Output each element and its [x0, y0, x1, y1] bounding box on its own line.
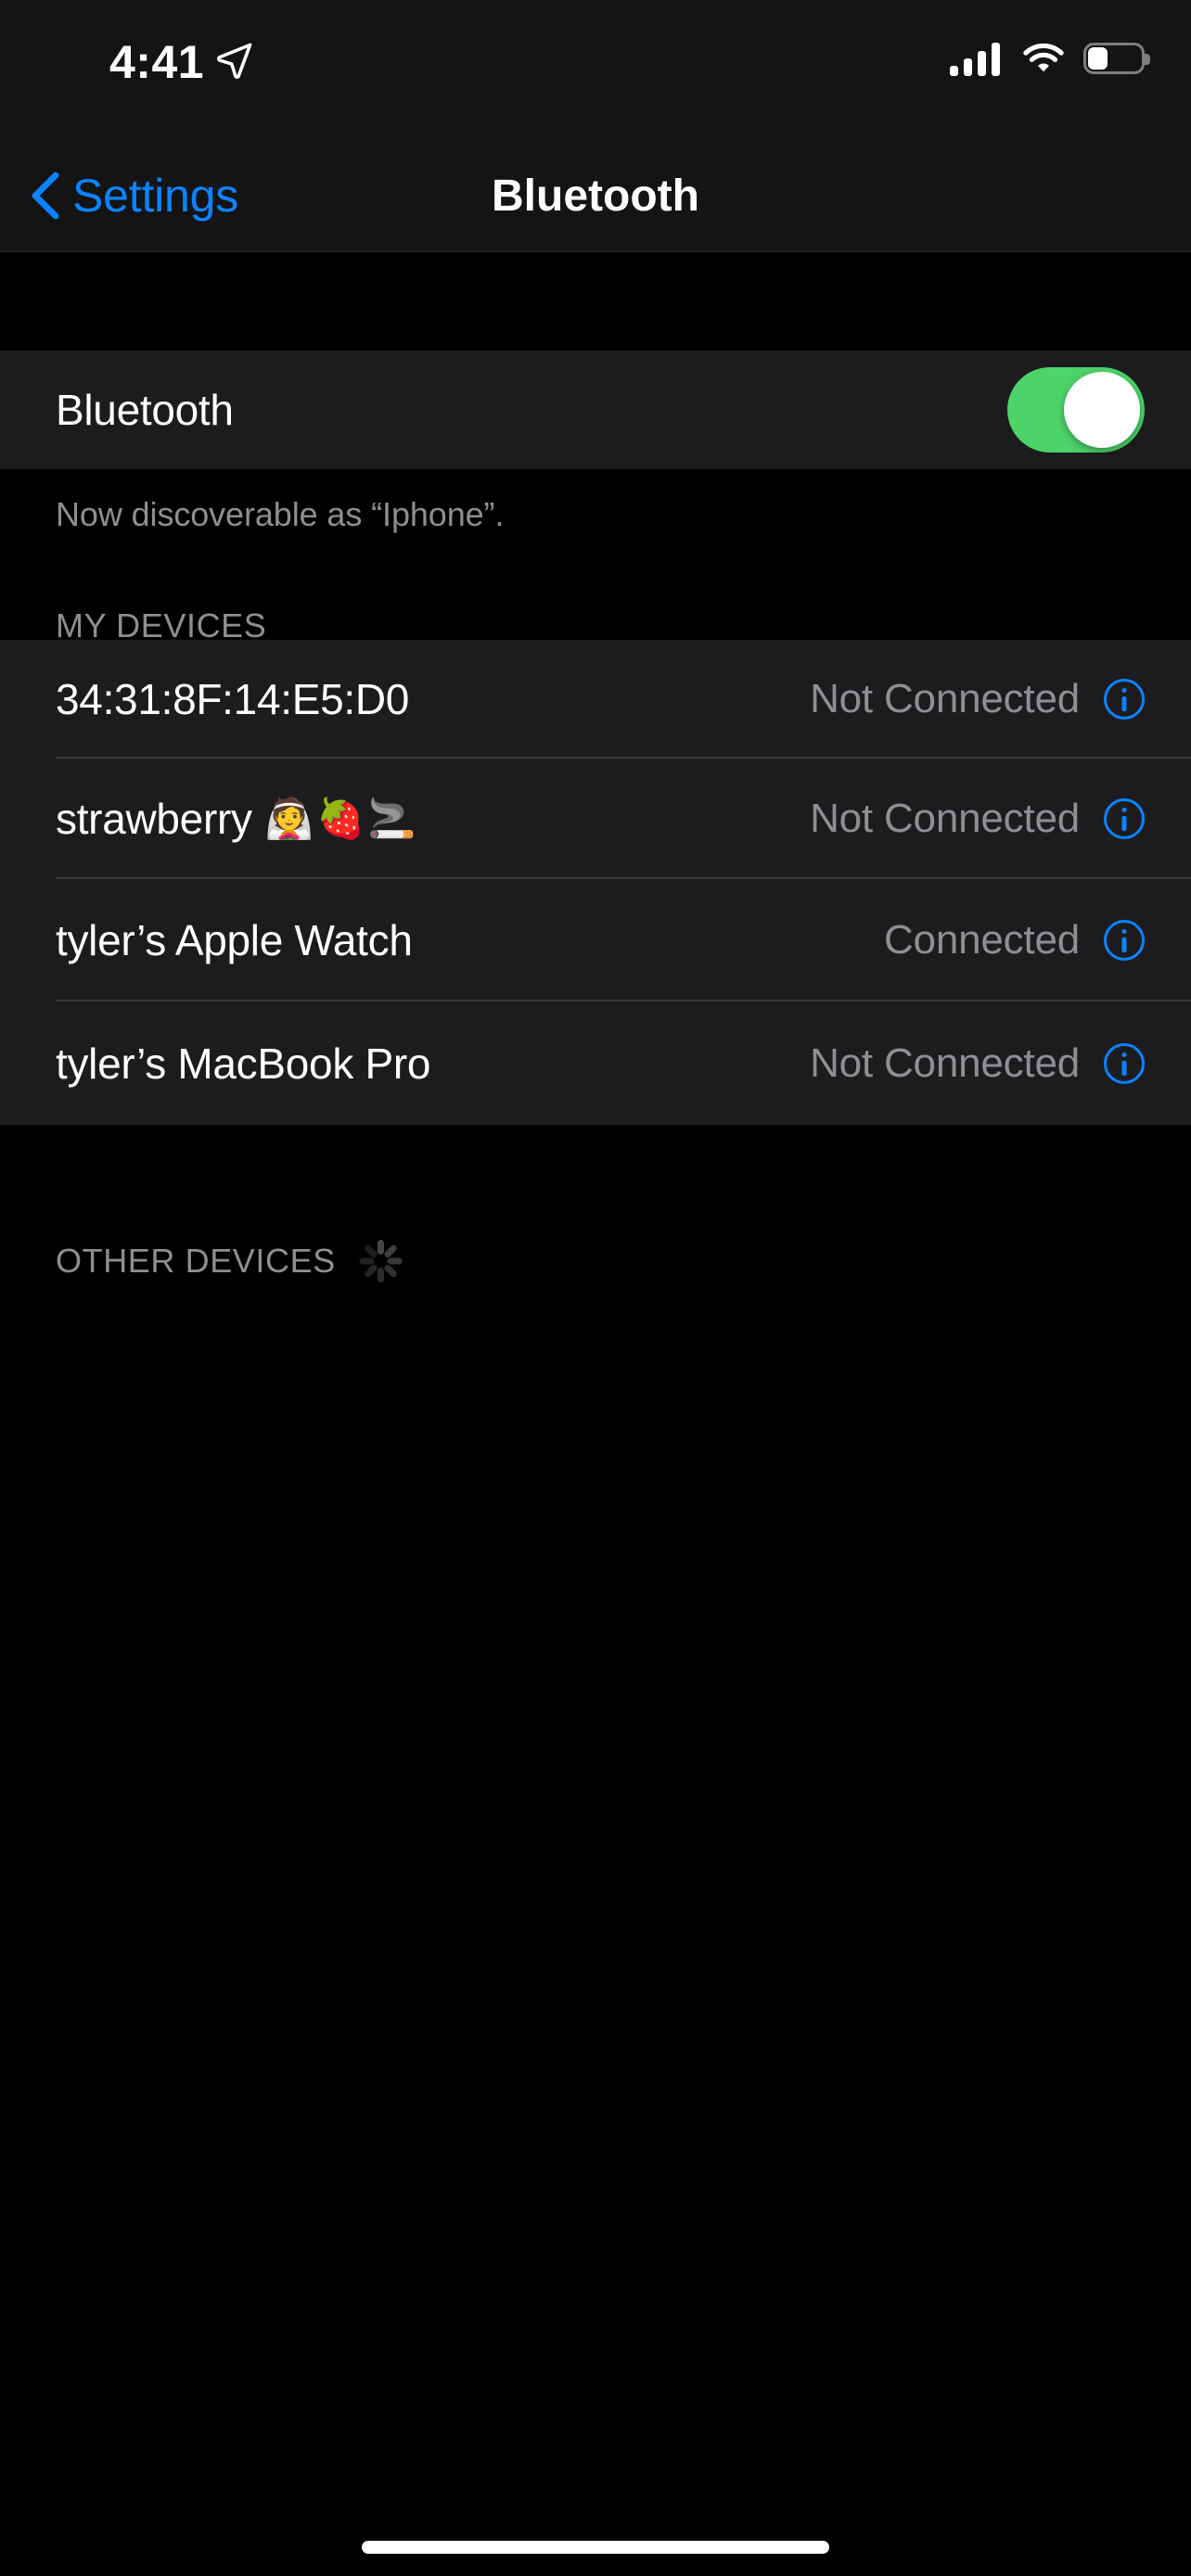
iphone-screen: 4:41 Settings Bluetooth Bluetooth Now di…	[0, 0, 1191, 2576]
table-row[interactable]: 34:31:8F:14:E5:D0 Not Connected	[0, 640, 1191, 759]
status-bar-time: 4:41	[109, 36, 205, 88]
page-title: Bluetooth	[492, 171, 699, 221]
device-emoji: 👰🍓🚬	[264, 796, 419, 841]
info-circle-icon[interactable]	[1104, 1042, 1145, 1084]
toggle-knob	[1064, 372, 1140, 448]
my-devices-card: 34:31:8F:14:E5:D0 Not Connected strawber…	[0, 640, 1191, 1125]
table-row[interactable]: tyler’s Apple Watch Connected	[0, 879, 1191, 1001]
device-status: Not Connected	[810, 1039, 1080, 1086]
device-name: strawberry	[56, 795, 252, 843]
cellular-signal-icon	[950, 43, 1000, 76]
other-devices-header-label: OTHER DEVICES	[56, 1242, 336, 1280]
wifi-icon	[1023, 43, 1064, 72]
device-status: Not Connected	[810, 676, 1080, 721]
info-circle-icon[interactable]	[1104, 679, 1145, 720]
bluetooth-toggle-label: Bluetooth	[56, 386, 234, 434]
home-indicator[interactable]	[362, 2541, 829, 2554]
location-arrow-icon	[217, 43, 252, 79]
table-row[interactable]: tyler’s MacBook Pro Not Connected	[0, 1001, 1191, 1125]
other-devices-header: OTHER DEVICES	[0, 1233, 1191, 1289]
device-name: 34:31:8F:14:E5:D0	[56, 675, 410, 723]
device-name: tyler’s MacBook Pro	[56, 1039, 431, 1088]
content-top-gap	[0, 253, 1191, 351]
device-status: Not Connected	[810, 796, 1080, 841]
discoverable-footnote: Now discoverable as “Iphone”.	[0, 469, 1191, 534]
battery-icon	[1083, 43, 1150, 76]
navigation-bar: Settings Bluetooth	[0, 139, 1191, 252]
bluetooth-toggle-card: Bluetooth	[0, 351, 1191, 469]
table-row[interactable]: strawberry 👰🍓🚬 Not Connected	[0, 759, 1191, 879]
device-status: Connected	[883, 917, 1080, 963]
status-bar: 4:41	[0, 0, 1191, 139]
info-circle-icon[interactable]	[1104, 920, 1145, 961]
bluetooth-toggle-row[interactable]: Bluetooth	[0, 351, 1191, 469]
info-circle-icon[interactable]	[1104, 798, 1145, 839]
activity-spinner-icon	[358, 1238, 404, 1284]
status-bar-indicators	[950, 43, 1150, 76]
bluetooth-toggle-switch[interactable]	[1007, 367, 1145, 453]
device-name: tyler’s Apple Watch	[56, 916, 413, 964]
